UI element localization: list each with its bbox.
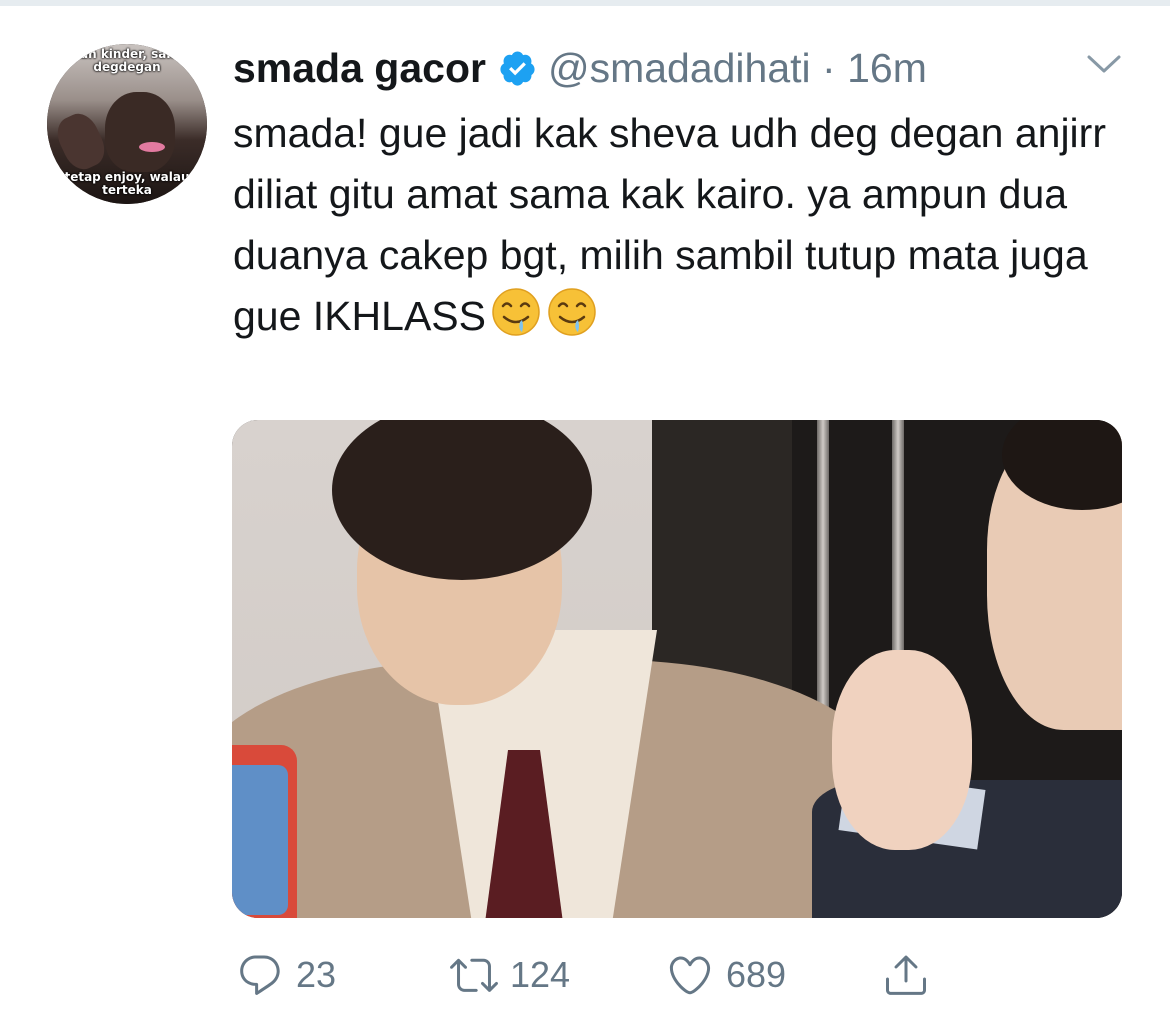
chevron-down-icon[interactable] [1086,52,1122,76]
retweet-count: 124 [510,954,571,995]
verified-badge-icon [500,50,535,86]
top-divider [0,0,1170,6]
share-icon [886,955,926,995]
display-name[interactable]: smada gacor [233,45,486,92]
retweet-button[interactable]: 124 [450,944,570,1006]
drooling-face-icon [492,288,540,336]
avatar-caption-bottom: tetap enjoy, walau terteka [64,170,190,197]
tweet-actions: 23 124 689 [232,944,952,1006]
like-icon [669,956,711,995]
like-button[interactable]: 689 [666,944,786,1006]
photo-phone-screen [232,765,288,915]
avatar[interactable]: ...kan kinder, sambil degdegan tetap enj… [47,44,207,204]
reply-button[interactable]: 23 [236,944,336,1006]
reply-icon [240,955,280,995]
photo-hand [832,650,972,850]
avatar-face [105,92,175,172]
handle-and-time[interactable]: @smadadihati · 16m [548,45,927,92]
avatar-caption-top: ...kan kinder, sambil degdegan [58,47,196,74]
share-button[interactable] [882,944,930,1006]
tweet-media-photo[interactable] [232,420,1122,918]
like-count: 689 [726,954,787,995]
tweet-body: smada! gue jadi kak sheva udh deg degan … [233,110,1106,339]
drooling-face-icon [548,288,596,336]
tweet-text: smada! gue jadi kak sheva udh deg degan … [233,103,1133,347]
retweet-icon [450,958,498,992]
reply-count: 23 [296,954,337,995]
avatar-tongue [139,142,165,152]
tweet-header: smada gacor @smadadihati · 16m [233,38,927,98]
